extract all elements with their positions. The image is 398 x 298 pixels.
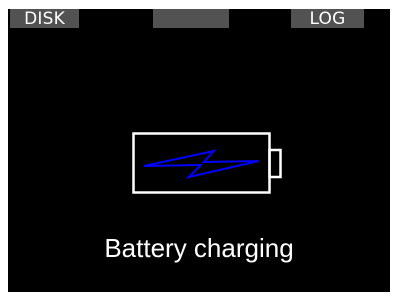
log-softkey[interactable]: LOG [291,9,364,29]
disk-softkey[interactable]: DISK [10,9,79,29]
battery-status-text: Battery charging [104,233,294,263]
battery-terminal [268,148,282,179]
device-screen: DISK LOG Battery charging [8,9,390,292]
lightning-bolt-icon [143,149,260,179]
center-softkey[interactable] [153,9,229,28]
battery-charging-icon [132,132,284,196]
